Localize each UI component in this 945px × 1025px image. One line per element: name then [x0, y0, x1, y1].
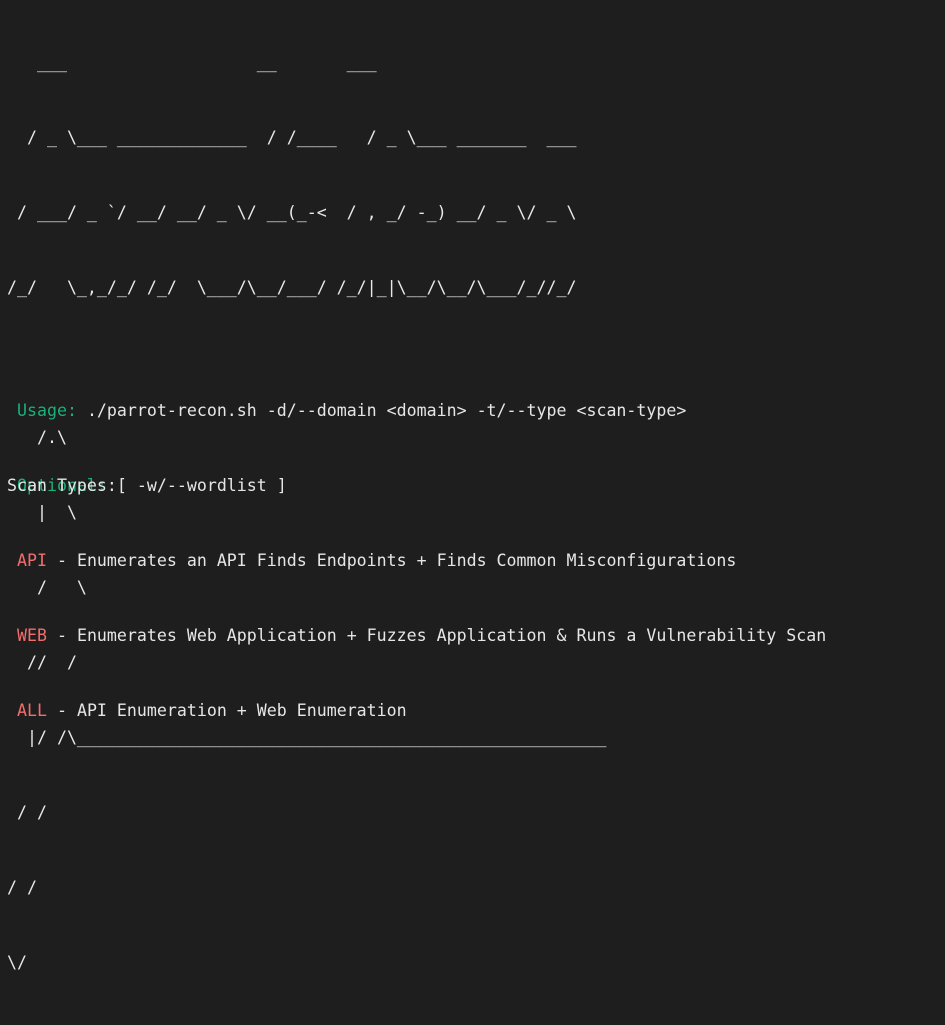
banner-line: / _ \___ _____________ / /____ / _ \___ …: [7, 128, 577, 147]
banner-line: ___ __ ___: [7, 53, 377, 72]
scan-type-row: ALL - API Enumeration + Web Enumeration: [7, 698, 826, 723]
scan-type-row: API - Enumerates an API Finds Endpoints …: [7, 548, 826, 573]
scan-type-name: ALL: [17, 701, 47, 720]
terminal-window[interactable]: ___ __ ___ / _ \___ _____________ / /___…: [7, 0, 937, 972]
scan-type-description: - Enumerates Web Application + Fuzzes Ap…: [46, 626, 827, 645]
scan-type-row: WEB - Enumerates Web Application + Fuzze…: [7, 623, 826, 648]
usage-line: Usage: ./parrot-recon.sh -d/--domain <do…: [7, 398, 686, 423]
parrot-art-line: / /: [7, 878, 37, 897]
banner-line: / ___/ _ `/ __/ __/ _ \/ __(_-< / , _/ -…: [7, 203, 577, 222]
scan-type-name: API: [17, 551, 47, 570]
scan-types-section: Scan Types: API - Enumerates an API Find…: [7, 423, 826, 773]
parrot-art-line: / /: [7, 803, 47, 822]
scan-type-name: WEB: [17, 626, 47, 645]
scan-type-description: - Enumerates an API Finds Endpoints + Fi…: [46, 551, 737, 570]
usage-label: Usage:: [17, 401, 77, 420]
scan-types-heading: Scan Types:: [7, 476, 117, 495]
usage-text: ./parrot-recon.sh -d/--domain <domain> -…: [76, 401, 687, 420]
banner-line: /_/ \_,_/_/ /_/ \___/\__/___/ /_/|_|\__/…: [7, 278, 577, 297]
scan-type-description: - API Enumeration + Web Enumeration: [46, 701, 407, 720]
parrot-art-line: \/: [7, 953, 27, 972]
